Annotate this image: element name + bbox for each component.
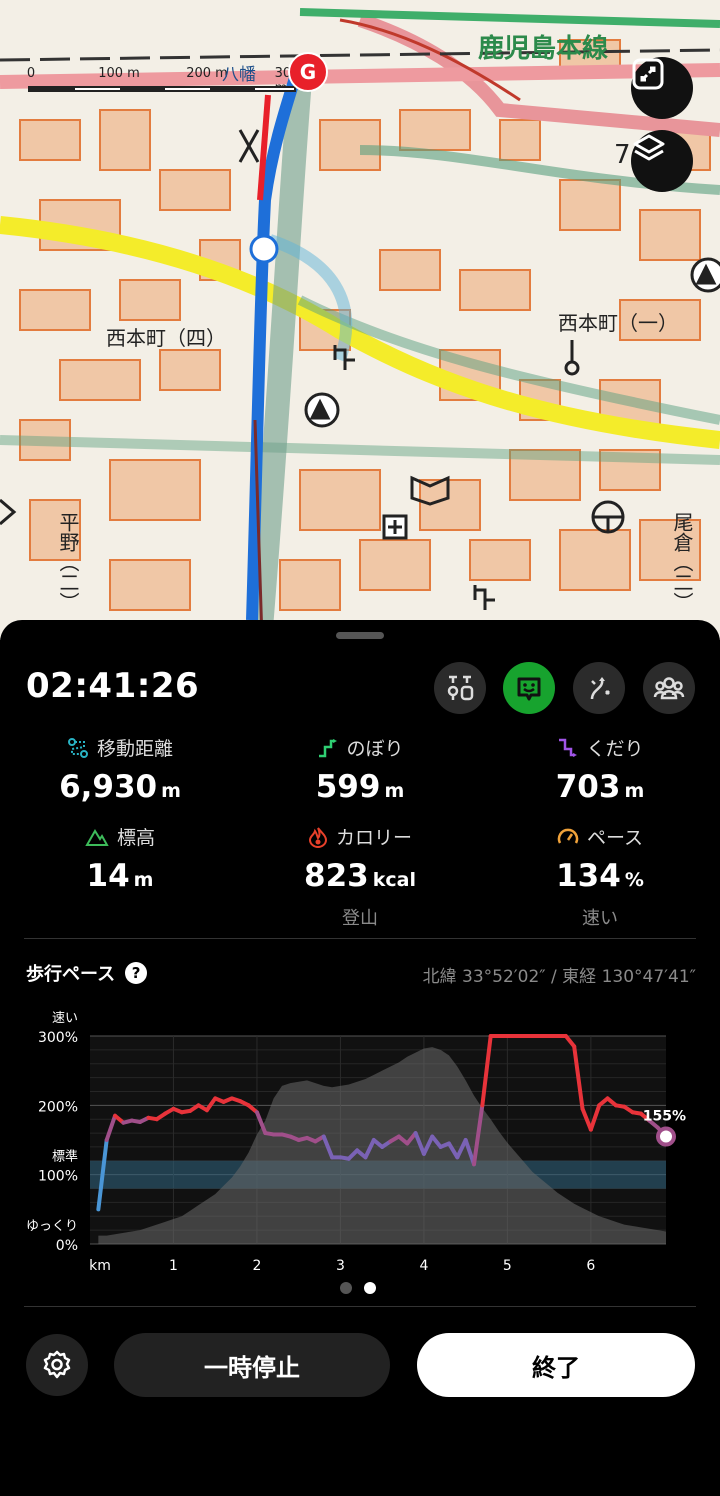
stat-unit: m <box>624 780 645 802</box>
x-tick-label: 2 <box>252 1258 261 1272</box>
y-tick-label: 0% <box>56 1238 78 1254</box>
pause-button[interactable]: 一時停止 <box>114 1333 390 1397</box>
stat-elevation: 標高 14 m <box>0 823 240 894</box>
stat-unit: % <box>624 869 644 891</box>
layers-icon <box>633 134 665 161</box>
current-location-marker <box>249 234 279 264</box>
x-tick-label: 3 <box>336 1258 345 1272</box>
scale-label-100: 100 m <box>98 66 140 81</box>
stat-label: カロリー <box>335 827 412 849</box>
stat-unit: m <box>161 780 181 802</box>
stat-unit: m <box>384 780 405 802</box>
stat-ascent: のぼり 599 m <box>240 734 480 805</box>
elapsed-timer: 02:41:26 <box>26 666 200 706</box>
stat-unit: m <box>133 869 154 891</box>
ascent-icon <box>319 738 338 757</box>
current-pace-point <box>656 1126 676 1147</box>
route-icon <box>590 677 610 700</box>
stat-value: 703 <box>555 769 621 805</box>
expand-icon <box>632 58 664 90</box>
stat-distance: 移動距離 6,930 m <box>0 734 240 805</box>
group-button[interactable] <box>643 662 695 714</box>
map-scale-bar: 0 100 m 200 m 300 m <box>24 66 300 96</box>
pace-title: 歩行ペース <box>26 964 116 985</box>
gauge-icon <box>557 828 579 844</box>
end-button[interactable]: 終了 <box>417 1333 695 1397</box>
scale-line <box>28 86 296 92</box>
x-tick-label: 6 <box>586 1258 595 1272</box>
descent-icon <box>559 738 578 757</box>
pin-list-button[interactable] <box>434 662 486 714</box>
ogura-label: 尾倉（二） <box>670 512 694 612</box>
goal-marker[interactable]: G <box>288 52 328 92</box>
stat-pace: ペース 134% 速い <box>480 823 720 930</box>
hirano-label: 平野（二） <box>56 512 80 612</box>
stat-label: のぼり <box>346 738 404 760</box>
y-qualitative-label: 速い <box>52 1011 78 1026</box>
district-label-1: 西本町（一） <box>558 311 678 335</box>
station-label: 八幡 <box>222 65 256 85</box>
divider <box>24 938 696 939</box>
stat-label: 移動距離 <box>96 738 173 760</box>
stat-value: 14 <box>86 858 130 894</box>
map-layers-button[interactable] <box>631 130 693 192</box>
stat-label: ペース <box>586 827 644 849</box>
x-tick-label: 5 <box>503 1258 512 1272</box>
gear-icon <box>43 1350 71 1379</box>
stat-sub: 登山 <box>342 908 378 929</box>
stat-sub: 速い <box>582 908 618 929</box>
route-button[interactable] <box>573 662 625 714</box>
x-axis-unit-label: km <box>89 1258 111 1272</box>
stat-value: 599 <box>315 769 381 805</box>
expand-map-button[interactable] <box>631 57 693 119</box>
stat-value: 6,930 <box>59 769 158 805</box>
pin-list-icon <box>447 675 474 701</box>
district-label-4: 西本町（四） <box>106 326 226 350</box>
drag-handle[interactable] <box>336 632 384 639</box>
page-dot[interactable] <box>340 1282 352 1294</box>
stat-calories: カロリー 823 kcal 登山 <box>240 823 480 930</box>
page-dot-active[interactable] <box>364 1282 376 1294</box>
map-view[interactable]: 0 100 m 200 m 300 m 鹿児島本線 八幡 西本町（四） 西本町（… <box>0 0 720 640</box>
mountain-icon <box>85 828 109 846</box>
stat-unit: kcal <box>372 869 416 891</box>
stat-descent: くだり 703 m <box>480 734 720 805</box>
divider <box>24 1306 696 1307</box>
stat-label: くだり <box>586 738 644 760</box>
y-tick-label: 100% <box>38 1169 78 1185</box>
x-tick-label: 4 <box>419 1258 428 1272</box>
rail-line-label: 鹿児島本線 <box>478 34 609 64</box>
y-tick-label: 200% <box>38 1099 78 1115</box>
stat-value: 134 <box>556 858 621 894</box>
face-status-button[interactable] <box>503 662 555 714</box>
pace-section-title: 歩行ペース ? <box>26 960 148 986</box>
x-tick-label: 1 <box>169 1258 178 1272</box>
pace-chart[interactable]: 155% 300% 速い 200% 100% 標準 0% ゆっくり km 1 2 3 4 5 6 <box>0 1002 720 1272</box>
page-indicator <box>340 1282 376 1294</box>
y-qualitative-label: ゆっくり <box>26 1219 78 1234</box>
distance-icon <box>67 737 88 758</box>
y-qualitative-label: 標準 <box>52 1149 78 1165</box>
current-pace-label: 155% <box>643 1109 686 1125</box>
group-icon <box>653 677 685 700</box>
scale-label-0: 0 <box>26 66 36 81</box>
coordinates-readout: 北緯 33°52′02″ / 東経 130°47′41″ <box>422 967 696 987</box>
activity-panel: 02:41:26 移動距離 6,930 m のぼり 599 m くだり 703 … <box>0 620 720 1496</box>
flame-icon <box>308 826 327 848</box>
y-tick-label: 300% <box>38 1030 78 1046</box>
face-smile-icon <box>517 677 541 701</box>
settings-button[interactable] <box>26 1334 88 1396</box>
stat-value: 823 <box>304 858 369 894</box>
stat-label: 標高 <box>116 827 155 849</box>
map-edge-number: 7 <box>614 140 631 170</box>
help-icon[interactable]: ? <box>125 962 148 984</box>
